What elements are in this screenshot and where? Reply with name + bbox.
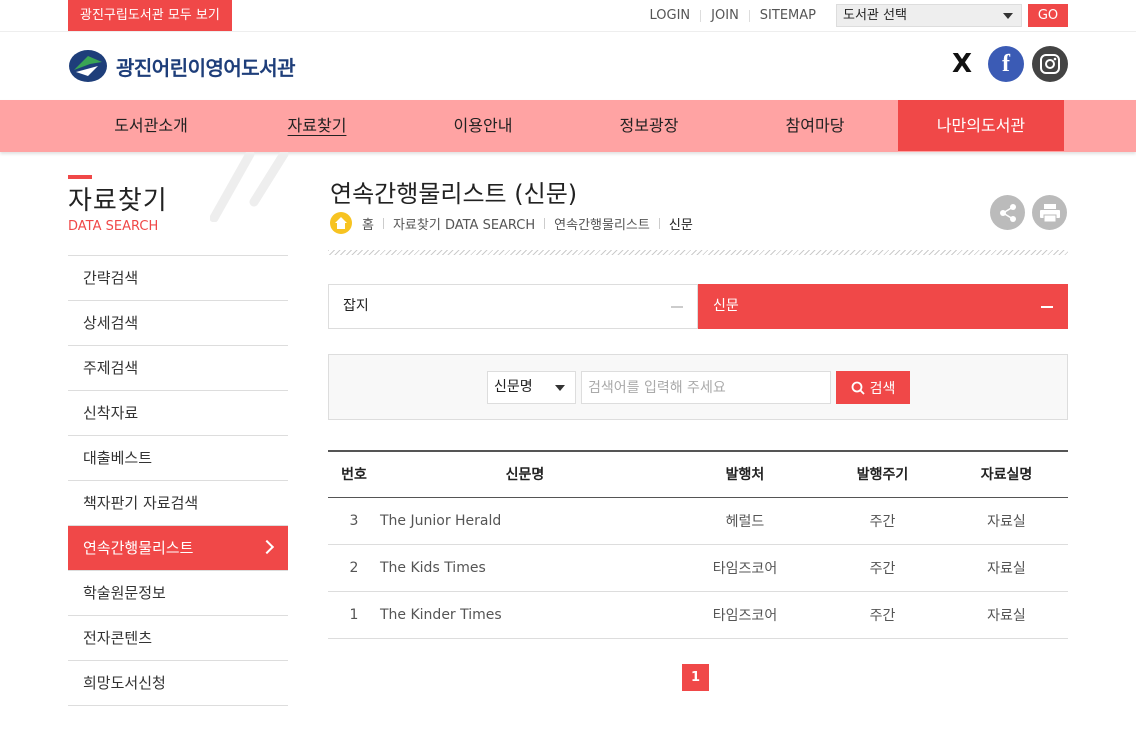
library-select[interactable]: 도서관 선택: [836, 4, 1022, 27]
tab-magazine-label: 잡지: [343, 298, 369, 314]
top-utility-bar: 광진구립도서관 모두 보기 LOGIN JOIN SITEMAP 도서관 선택 …: [0, 0, 1136, 32]
site-logo[interactable]: 광진어린이영어도서관: [68, 48, 296, 84]
title-divider: [328, 250, 1068, 255]
login-link[interactable]: LOGIN: [640, 9, 701, 22]
cell-number: 3: [328, 497, 380, 545]
col-header-title: 신문명: [505, 467, 545, 484]
breadcrumb-serials[interactable]: 연속간행물리스트: [554, 214, 650, 233]
sidebar-item-book-vending[interactable]: 책자판기 자료검색: [68, 481, 288, 526]
col-header-publisher: 발행처: [725, 467, 765, 484]
sidebar-item-e-contents[interactable]: 전자콘텐츠: [68, 616, 288, 661]
nav-info-plaza[interactable]: 정보광장: [566, 100, 732, 151]
print-icon[interactable]: [1032, 195, 1067, 230]
sidebar-subtitle: DATA SEARCH: [68, 219, 159, 234]
breadcrumb-separator: [658, 217, 660, 229]
nav-data-search[interactable]: 자료찾기: [234, 100, 400, 151]
breadcrumb-home[interactable]: 홈: [362, 214, 374, 233]
col-header-room: 자료실명: [980, 467, 1033, 484]
social-links: X f: [944, 46, 1068, 82]
cell-title: The Junior Herald: [380, 497, 670, 545]
page-title: 연속간행물리스트 (신문): [330, 180, 578, 208]
share-icon[interactable]: [990, 195, 1025, 230]
minus-icon: [1041, 306, 1053, 308]
chevron-right-icon: [259, 539, 275, 555]
search-panel: 신문명 검색: [328, 354, 1068, 420]
search-field-select[interactable]: 신문명: [487, 371, 576, 404]
sidebar-item-academic-info[interactable]: 학술원문정보: [68, 571, 288, 616]
cell-publisher: 타임즈코어: [670, 591, 820, 639]
chevron-down-icon: [555, 385, 565, 391]
nav-library-intro[interactable]: 도서관소개: [68, 100, 234, 151]
cell-frequency: 주간: [820, 544, 945, 592]
minus-icon: [671, 306, 683, 308]
instagram-icon[interactable]: [1032, 46, 1068, 82]
library-logo-icon: [69, 50, 107, 82]
search-field-value: 신문명: [494, 379, 533, 395]
cell-room: 자료실: [945, 544, 1068, 592]
library-select-value: 도서관 선택: [843, 8, 907, 23]
table-header-row: 번호 신문명 발행처 발행주기 자료실명: [328, 451, 1068, 497]
home-icon[interactable]: [330, 212, 352, 234]
main-navigation: 도서관소개 자료찾기 이용안내 정보광장 참여마당 나만의도서관: [0, 100, 1136, 152]
col-header-number: 번호: [341, 467, 367, 484]
newspaper-table: 번호 신문명 발행처 발행주기 자료실명 3 The Junior Herald…: [328, 450, 1068, 639]
col-header-frequency: 발행주기: [856, 467, 909, 484]
sidebar-item-serials-list[interactable]: 연속간행물리스트: [68, 526, 288, 571]
table-row: 2 The Kids Times 타임즈코어 주간 자료실: [328, 544, 1068, 592]
all-libraries-link[interactable]: 광진구립도서관 모두 보기: [68, 0, 232, 31]
nav-usage-guide[interactable]: 이용안내: [400, 100, 566, 151]
top-links: LOGIN JOIN SITEMAP: [640, 0, 826, 31]
table-row: 1 The Kinder Times 타임즈코어 주간 자료실: [328, 591, 1068, 639]
search-input[interactable]: [581, 371, 831, 404]
tab-newspaper-label: 신문: [713, 298, 739, 314]
breadcrumb-separator: [544, 217, 546, 229]
cell-frequency: 주간: [820, 591, 945, 639]
cell-frequency: 주간: [820, 497, 945, 545]
table-row: 3 The Junior Herald 헤럴드 주간 자료실: [328, 497, 1068, 545]
sidebar-item-advanced-search[interactable]: 상세검색: [68, 301, 288, 346]
sidebar-title-accent: [68, 175, 92, 179]
cell-publisher: 헤럴드: [670, 497, 820, 545]
sidebar-menu: 간략검색 상세검색 주제검색 신착자료 대출베스트 책자판기 자료검색 연속간행…: [68, 255, 288, 706]
sidebar-item-loan-best[interactable]: 대출베스트: [68, 436, 288, 481]
sidebar-title: 자료찾기: [68, 186, 168, 216]
cell-room: 자료실: [945, 591, 1068, 639]
search-icon: [851, 381, 865, 395]
search-button[interactable]: 검색: [836, 371, 910, 404]
chevron-down-icon: [1003, 13, 1013, 19]
sidebar-item-label: 연속간행물리스트: [83, 539, 194, 557]
breadcrumb-current: 신문: [668, 217, 693, 233]
sidebar-item-quick-search[interactable]: 간략검색: [68, 256, 288, 301]
sitemap-link[interactable]: SITEMAP: [748, 9, 826, 22]
sidebar-item-book-request[interactable]: 희망도서신청: [68, 661, 288, 706]
page-button-current[interactable]: 1: [682, 664, 709, 691]
site-header: 광진어린이영어도서관 X f: [0, 32, 1136, 100]
x-twitter-icon[interactable]: X: [944, 46, 980, 82]
cell-number: 2: [328, 544, 380, 592]
breadcrumb-separator: [382, 217, 384, 229]
go-button[interactable]: GO: [1028, 4, 1068, 27]
cell-publisher: 타임즈코어: [670, 544, 820, 592]
search-button-label: 검색: [869, 380, 896, 397]
decorative-stripes: [210, 152, 289, 222]
breadcrumb-data-search[interactable]: 자료찾기 DATA SEARCH: [393, 214, 535, 233]
tab-newspaper[interactable]: 신문: [698, 284, 1068, 329]
facebook-icon[interactable]: f: [988, 46, 1024, 82]
logo-text: 광진어린이영어도서관: [116, 55, 296, 80]
sidebar-item-subject-search[interactable]: 주제검색: [68, 346, 288, 391]
sidebar-item-new-arrivals[interactable]: 신착자료: [68, 391, 288, 436]
tab-magazine[interactable]: 잡지: [328, 284, 698, 329]
join-link[interactable]: JOIN: [700, 9, 749, 22]
cell-title: The Kinder Times: [380, 591, 670, 639]
tab-bar: 잡지 신문: [328, 284, 1068, 329]
cell-room: 자료실: [945, 497, 1068, 545]
cell-number: 1: [328, 591, 380, 639]
nav-participation[interactable]: 참여마당: [732, 100, 898, 151]
cell-title: The Kids Times: [380, 544, 670, 592]
breadcrumb: 홈 자료찾기 DATA SEARCH 연속간행물리스트 신문: [330, 212, 693, 234]
nav-my-library[interactable]: 나만의도서관: [898, 100, 1064, 151]
